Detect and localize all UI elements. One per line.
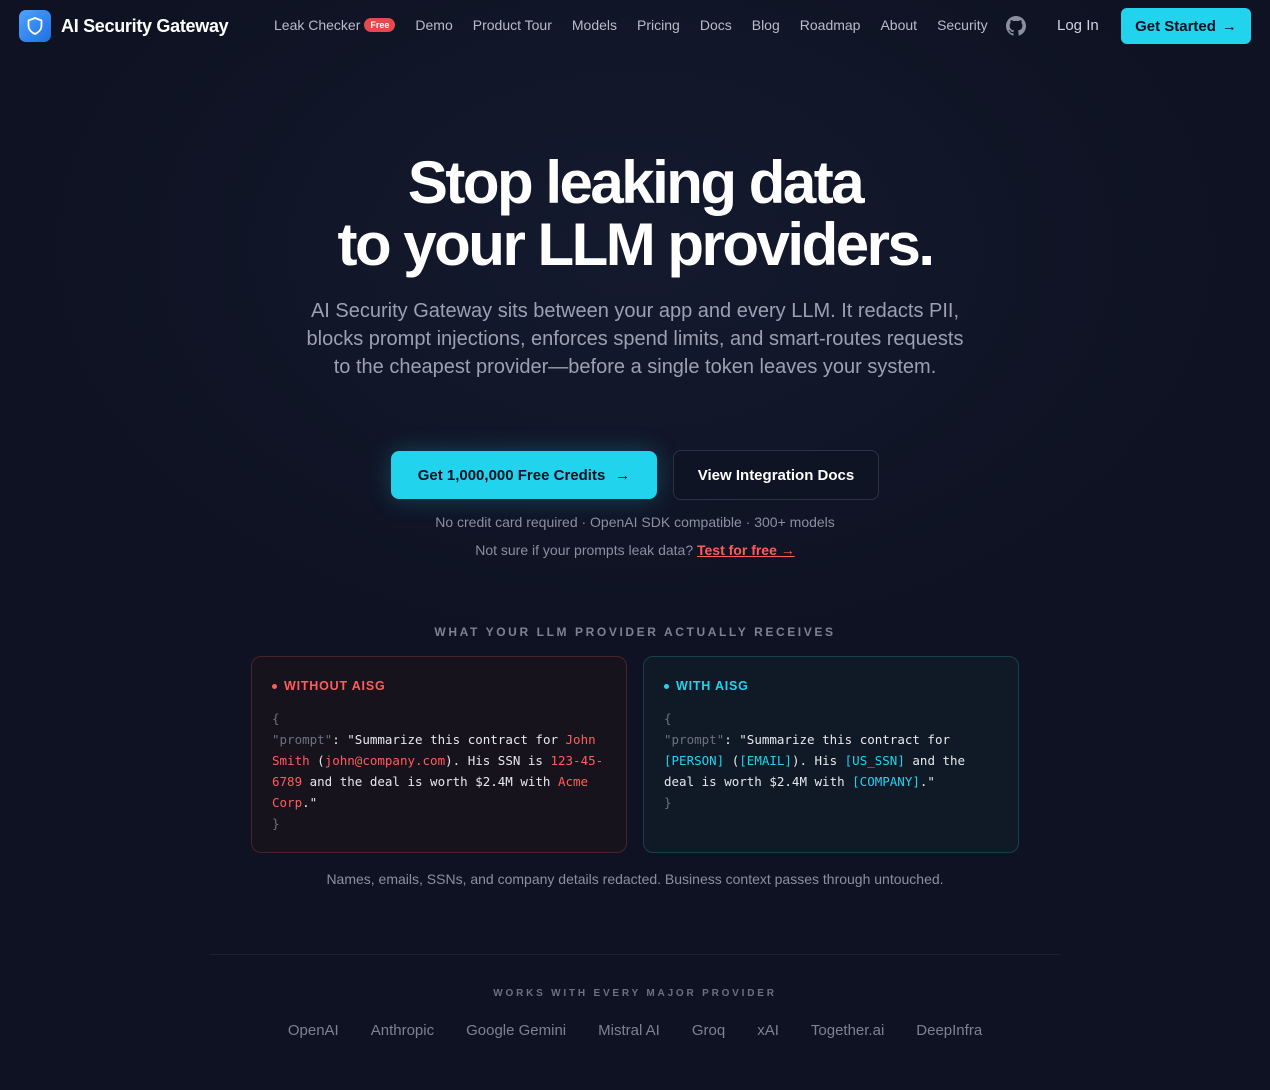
code-text: ." [302,795,318,810]
code-text: ). His SSN is [445,753,551,768]
nav-link-pricing[interactable]: Pricing [637,17,680,33]
code-text: ." [919,774,935,789]
nav-links: Leak Checker Free Demo Product Tour Mode… [274,17,1008,33]
provider-mistral-ai: Mistral AI [598,1022,660,1039]
brand-name: AI Security Gateway [61,15,229,36]
hero-meta: No credit card required · OpenAI SDK com… [435,514,835,530]
github-icon[interactable] [1006,16,1026,36]
provider-openai: OpenAI [287,1022,339,1039]
hero-title-line-1: Stop leaking data [407,149,865,216]
get-started-label: Get Started [1135,17,1216,35]
provider-groq: Groq [691,1022,726,1039]
pii-email: john@company.com [324,753,446,768]
nav-link-demo[interactable]: Demo [415,17,452,33]
redacted-company: [COMPANY] [852,774,920,789]
code-colon: : [332,732,348,747]
integration-docs-button[interactable]: View Integration Docs [673,450,879,500]
provider-list: OpenAI Anthropic Google Gemini Mistral A… [0,1022,1270,1039]
top-navigation: AI Security Gateway Leak Checker Free De… [0,0,1270,52]
code-brace-open: { [272,711,280,726]
nav-link-about[interactable]: About [880,17,917,33]
nav-link-label: Leak Checker [274,17,361,33]
status-dot [272,683,277,689]
arrow-right-icon: → [615,466,631,484]
provider-together-ai: Together.ai [810,1022,885,1039]
provider-deepinfra: DeepInfra [916,1022,983,1039]
test-for-free-link[interactable]: Test for free → [697,542,795,558]
code-brace-open: { [664,711,672,726]
code-colon: : [724,732,740,747]
free-badge: Free [364,18,396,32]
shield-icon [19,10,51,42]
providers-label: WORKS WITH EVERY MAJOR PROVIDER [493,988,777,999]
nav-link-docs[interactable]: Docs [700,17,732,33]
nav-link-models[interactable]: Models [572,17,617,33]
provider-google-gemini: Google Gemini [466,1022,567,1039]
code-text: "Summarize this contract for [739,732,950,747]
nav-link-blog[interactable]: Blog [752,17,780,33]
code-text: ). His [791,753,845,768]
code-body: "prompt": "Summarize this contract for J… [272,729,606,813]
hero-title: Stop leaking data to your LLM providers. [0,152,1270,276]
with-aisg-heading: WITH AISG [664,679,998,693]
code-key: "prompt" [272,732,333,747]
nav-link-product-tour[interactable]: Product Tour [473,17,552,33]
free-credits-button[interactable]: Get 1,000,000 Free Credits → [391,451,657,499]
code-brace-close: } [664,795,672,810]
without-aisg-card: WITHOUT AISG { "prompt": "Summarize this… [251,656,627,853]
redacted-prompt-code: { "prompt": "Summarize this contract for… [664,708,998,813]
provider-xai: xAI [757,1022,779,1039]
without-aisg-title: WITHOUT AISG [284,679,386,693]
with-aisg-card: WITH AISG { "prompt": "Summarize this co… [643,656,1019,853]
redacted-email: [EMAIL] [739,753,792,768]
status-dot [664,683,669,689]
code-text: "Summarize this contract for [347,732,566,747]
get-started-button[interactable]: Get Started → [1121,8,1251,44]
hero-title-line-2: to your LLM providers. [337,211,935,278]
section-divider [210,954,1060,955]
nav-link-security[interactable]: Security [937,17,988,33]
code-key: "prompt" [664,732,725,747]
arrow-right-icon: → [1221,17,1237,35]
leak-check-text: Not sure if your prompts leak data? [475,542,694,558]
free-credits-label: Get 1,000,000 Free Credits [417,466,606,484]
brand-logo[interactable]: AI Security Gateway [19,10,229,42]
with-aisg-title: WITH AISG [676,679,749,693]
nav-link-roadmap[interactable]: Roadmap [800,17,861,33]
redacted-ssn: [US_SSN] [844,753,905,768]
redacted-name: [PERSON] [664,753,725,768]
code-text: ( [309,753,325,768]
without-aisg-heading: WITHOUT AISG [272,679,606,693]
raw-prompt-code: { "prompt": "Summarize this contract for… [272,708,606,834]
comparison-caption: Names, emails, SSNs, and company details… [326,871,944,887]
code-body: "prompt": "Summarize this contract for [… [664,729,998,792]
leak-check-prompt: Not sure if your prompts leak data? Test… [0,542,1270,558]
code-brace-close: } [272,816,280,831]
nav-link-leak-checker[interactable]: Leak Checker Free [274,17,396,33]
code-text: and the deal is worth $2.4M with [302,774,558,789]
hero-subtitle: AI Security Gateway sits between your ap… [306,300,964,378]
comparison-label: WHAT YOUR LLM PROVIDER ACTUALLY RECEIVES [434,625,836,639]
provider-anthropic: Anthropic [370,1022,435,1039]
login-link[interactable]: Log In [1057,17,1099,34]
code-text: ( [724,753,740,768]
